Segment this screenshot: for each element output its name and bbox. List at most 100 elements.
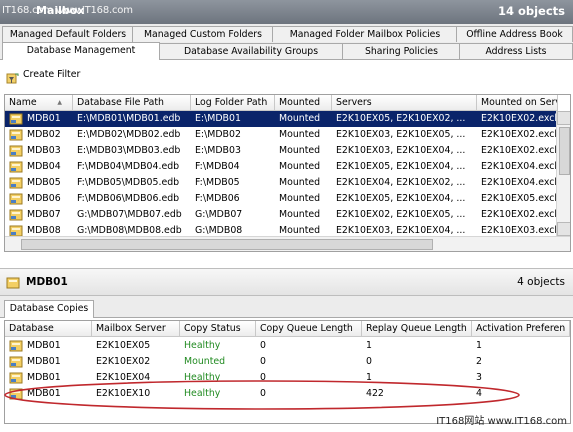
database-copy-row[interactable]: MDB01 E2K10EX05 Healthy 0 1 1 [5,338,570,354]
col-database-file-path-cell: F:\MDB06\MDB06.edb [77,193,180,204]
col-copy-queue-length-cell: 0 [260,356,266,367]
col-replay-queue-length-cell: 1 [366,340,372,351]
database-row[interactable]: MDB01 E:\MDB01\MDB01.edb E:\MDB01 Mounted E2… [5,111,558,127]
col-servers-cell: E2K10EX05, E2K10EX04, ... [336,161,466,172]
tab-managed-default-folders[interactable]: Managed Default Folders [2,26,134,42]
col-name-header[interactable]: Name ▲ [5,95,73,111]
database-row[interactable]: MDB06 F:\MDB06\MDB06.edb F:\MDB06 Mounted E2… [5,191,558,207]
col-replay-queue-length-cell: 0 [366,356,372,367]
col-database-file-path-cell: E:\MDB03\MDB03.edb [77,145,181,156]
column-header-label: Database File Path [77,97,164,108]
col-copy-queue-length-cell: 0 [260,340,266,351]
col-mounted-on-server-cell: E2K10EX02.exch [481,129,558,140]
col-database-file-path-cell: E:\MDB02\MDB02.edb [77,129,181,140]
create-filter-label: Create Filter [23,69,81,80]
create-filter-button[interactable]: Create Filter [2,64,82,84]
col-database-header[interactable]: Database [5,321,92,337]
col-name-cell: MDB05 [27,177,61,188]
col-replay-queue-length-header[interactable]: Replay Queue Length [362,321,472,337]
col-log-folder-path-header[interactable]: Log Folder Path [191,95,275,111]
scroll-down-button[interactable] [557,222,570,236]
col-copy-status-cell: Mounted [184,356,226,367]
database-icon [6,277,20,289]
tab-database-availability-groups[interactable]: Database Availability Groups [158,43,344,59]
col-name-cell: MDB03 [27,145,61,156]
col-servers-header[interactable]: Servers [332,95,477,111]
col-servers-cell: E2K10EX02, E2K10EX05, ... [336,209,466,220]
database-row[interactable]: MDB05 F:\MDB05\MDB05.edb F:\MDB05 Mounted E2… [5,175,558,191]
col-servers-cell: E2K10EX04, E2K10EX02, ... [336,177,466,188]
col-copy-queue-length-header[interactable]: Copy Queue Length [256,321,362,337]
column-header-label: Copy Status [184,323,241,334]
col-mounted-cell: Mounted [279,129,321,140]
col-mounted-header[interactable]: Mounted [275,95,332,111]
col-name-cell: MDB04 [27,161,61,172]
col-database-cell: MDB01 [27,340,61,351]
col-database-cell: MDB01 [27,356,61,367]
col-servers-cell: E2K10EX03, E2K10EX05, ... [336,129,466,140]
col-activation-preference-cell: 1 [476,340,482,351]
col-database-file-path-cell: E:\MDB01\MDB01.edb [77,113,181,124]
col-mounted-on-server-cell: E2K10EX05.exch [481,193,558,204]
col-mounted-cell: Mounted [279,161,321,172]
col-database-file-path-header[interactable]: Database File Path [73,95,191,111]
database-list-hscrollbar[interactable] [5,236,570,251]
header-bar: IT168.com www.IT168.com Mailbox 14 objec… [0,0,573,24]
col-mounted-cell: Mounted [279,193,321,204]
col-mounted-cell: Mounted [279,177,321,188]
col-log-folder-path-cell: E:\MDB01 [195,113,241,124]
scroll-thumb[interactable] [559,127,570,175]
column-header-label: Replay Queue Length [366,323,467,334]
col-servers-cell: E2K10EX05, E2K10EX02, ... [336,113,466,124]
col-mailbox-server-cell: E2K10EX02 [96,356,151,367]
col-mounted-cell: Mounted [279,113,321,124]
details-tab-strip: Database Copies [0,296,573,318]
col-mounted-on-server-cell: E2K10EX02.exch [481,209,558,220]
tab-database-management[interactable]: Database Management [2,42,160,60]
col-activation-preference-header[interactable]: Activation Preferen [472,321,570,337]
object-count: 14 objects [497,4,565,18]
column-header-label: Mounted [279,97,321,108]
tab-managed-folder-mailbox-policies[interactable]: Managed Folder Mailbox Policies [272,26,458,42]
page-title: Mailbox [36,4,85,17]
watermark-bottom: IT168网站 www.IT168.com [436,416,567,427]
col-database-file-path-cell: G:\MDB07\MDB07.edb [77,209,182,220]
tab-strip: Managed Default Folders Managed Custom F… [0,24,573,60]
database-row[interactable]: MDB02 E:\MDB02\MDB02.edb E:\MDB02 Mounted E2… [5,127,558,143]
tab-sharing-policies[interactable]: Sharing Policies [342,43,461,59]
database-row[interactable]: MDB07 G:\MDB07\MDB07.edb G:\MDB07 Mounted E2… [5,207,558,223]
tab-offline-address-book[interactable]: Offline Address Book [456,26,573,42]
col-log-folder-path-cell: G:\MDB07 [195,209,243,220]
tab-database-copies[interactable]: Database Copies [4,300,94,318]
details-object-count: 4 objects [517,276,565,288]
hscroll-thumb[interactable] [21,239,433,250]
toolbar: Create Filter [0,60,573,88]
col-copy-status-header[interactable]: Copy Status [180,321,256,337]
scroll-up-button[interactable] [557,111,570,125]
details-header: MDB01 4 objects [0,268,573,296]
database-copy-row[interactable]: MDB01 E2K10EX02 Mounted 0 0 2 [5,354,570,370]
col-servers-cell: E2K10EX05, E2K10EX04, ... [336,193,466,204]
col-name-cell: MDB02 [27,129,61,140]
col-mailbox-server-header[interactable]: Mailbox Server [92,321,180,337]
col-activation-preference-cell: 2 [476,356,482,367]
filter-icon [6,73,19,84]
col-name-cell: MDB07 [27,209,61,220]
column-header-label: Log Folder Path [195,97,268,108]
tab-address-lists[interactable]: Address Lists [459,43,573,59]
column-header-label: Name [9,97,37,108]
database-list-scrollbar[interactable] [556,111,570,236]
column-header-label: Database [9,323,54,334]
col-mailbox-server-cell: E2K10EX05 [96,340,151,351]
col-copy-status-cell: Healthy [184,340,221,351]
database-row[interactable]: MDB04 F:\MDB04\MDB04.edb F:\MDB04 Mounted E2… [5,159,558,175]
column-header-label: Mounted on Serv [481,97,558,108]
col-mounted-on-server-header[interactable]: Mounted on Serv [477,95,558,111]
col-mounted-on-server-cell: E2K10EX04.exch [481,161,558,172]
database-row[interactable]: MDB03 E:\MDB03\MDB03.edb E:\MDB03 Mounted E2… [5,143,558,159]
column-header-label: Servers [336,97,372,108]
col-mounted-on-server-cell: E2K10EX04.exch [481,177,558,188]
column-header-label: Mailbox Server [96,323,166,334]
highlight-ellipse [4,380,520,410]
tab-managed-custom-folders[interactable]: Managed Custom Folders [132,26,274,42]
